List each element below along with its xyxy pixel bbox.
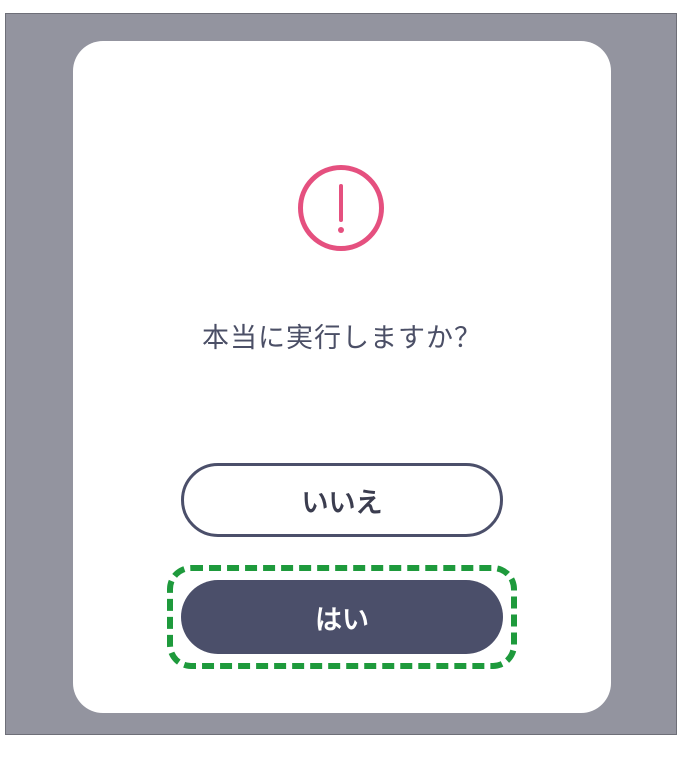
exclamation-circle-icon [298, 165, 384, 251]
exclamation-mark-glyph [338, 184, 344, 233]
modal-backdrop: 本当に実行しますか？ いいえ はい [5, 13, 677, 735]
cancel-button-label: いいえ [301, 487, 383, 519]
confirm-dialog: 本当に実行しますか？ いいえ はい [73, 41, 611, 713]
cancel-button[interactable]: いいえ [181, 463, 503, 537]
confirm-button-label: はい [315, 604, 369, 636]
confirm-button[interactable]: はい [181, 580, 503, 654]
dialog-message: 本当に実行しますか？ [202, 323, 482, 354]
